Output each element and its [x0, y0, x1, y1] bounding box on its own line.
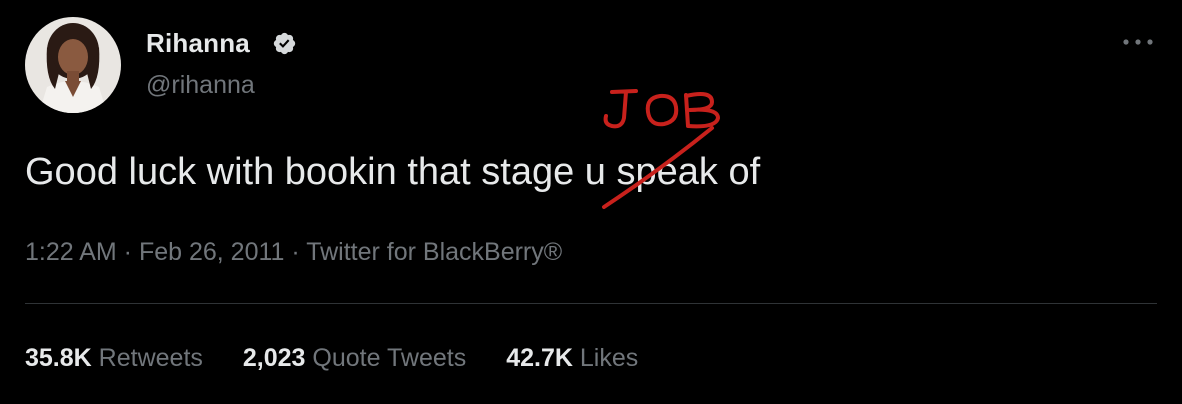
tweet-text: Good luck with bookin that stage u speak… — [25, 148, 760, 196]
struck-word-start: st — [481, 151, 511, 193]
stat-label: Likes — [579, 344, 639, 372]
stat-retweets[interactable]: 35.8K Retweets — [25, 342, 203, 374]
avatar[interactable] — [25, 17, 121, 113]
author-name[interactable]: Rihanna — [146, 28, 250, 58]
divider — [25, 303, 1157, 304]
tweet-time[interactable]: 1:22 AM — [25, 238, 117, 266]
tweet-card: Rihanna @rihanna Good luck with bookin t… — [0, 0, 1182, 404]
stat-quote-tweets[interactable]: 2,023 Quote Tweets — [243, 342, 466, 374]
tweet-text-after: u speak of — [574, 151, 761, 193]
avatar-image — [25, 17, 121, 113]
stat-likes[interactable]: 42.7K Likes — [506, 342, 638, 374]
meta-separator: · — [284, 238, 307, 266]
tweet-text-before: Good luck with bookin that — [25, 151, 482, 193]
stat-value: 35.8K — [25, 344, 92, 372]
meta-separator: · — [116, 238, 139, 266]
handwritten-job — [603, 89, 720, 129]
more-options-icon[interactable] — [1118, 28, 1158, 56]
stat-label: Retweets — [98, 344, 203, 372]
stat-value: 42.7K — [506, 344, 573, 372]
verified-badge-icon — [272, 31, 297, 56]
tweet-date[interactable]: Feb 26, 2011 — [139, 238, 284, 266]
stat-value: 2,023 — [242, 344, 306, 372]
author-handle[interactable]: @rihanna — [146, 70, 255, 100]
struck-word-mid: age — [510, 151, 575, 193]
tweet-source[interactable]: Twitter for BlackBerry® — [306, 238, 562, 266]
tweet-stats: 35.8K Retweets 2,023 Quote Tweets 42.7K … — [25, 342, 678, 374]
stat-label: Quote Tweets — [312, 344, 467, 372]
tweet-meta: 1:22 AM · Feb 26, 2011 · Twitter for Bla… — [25, 236, 562, 268]
